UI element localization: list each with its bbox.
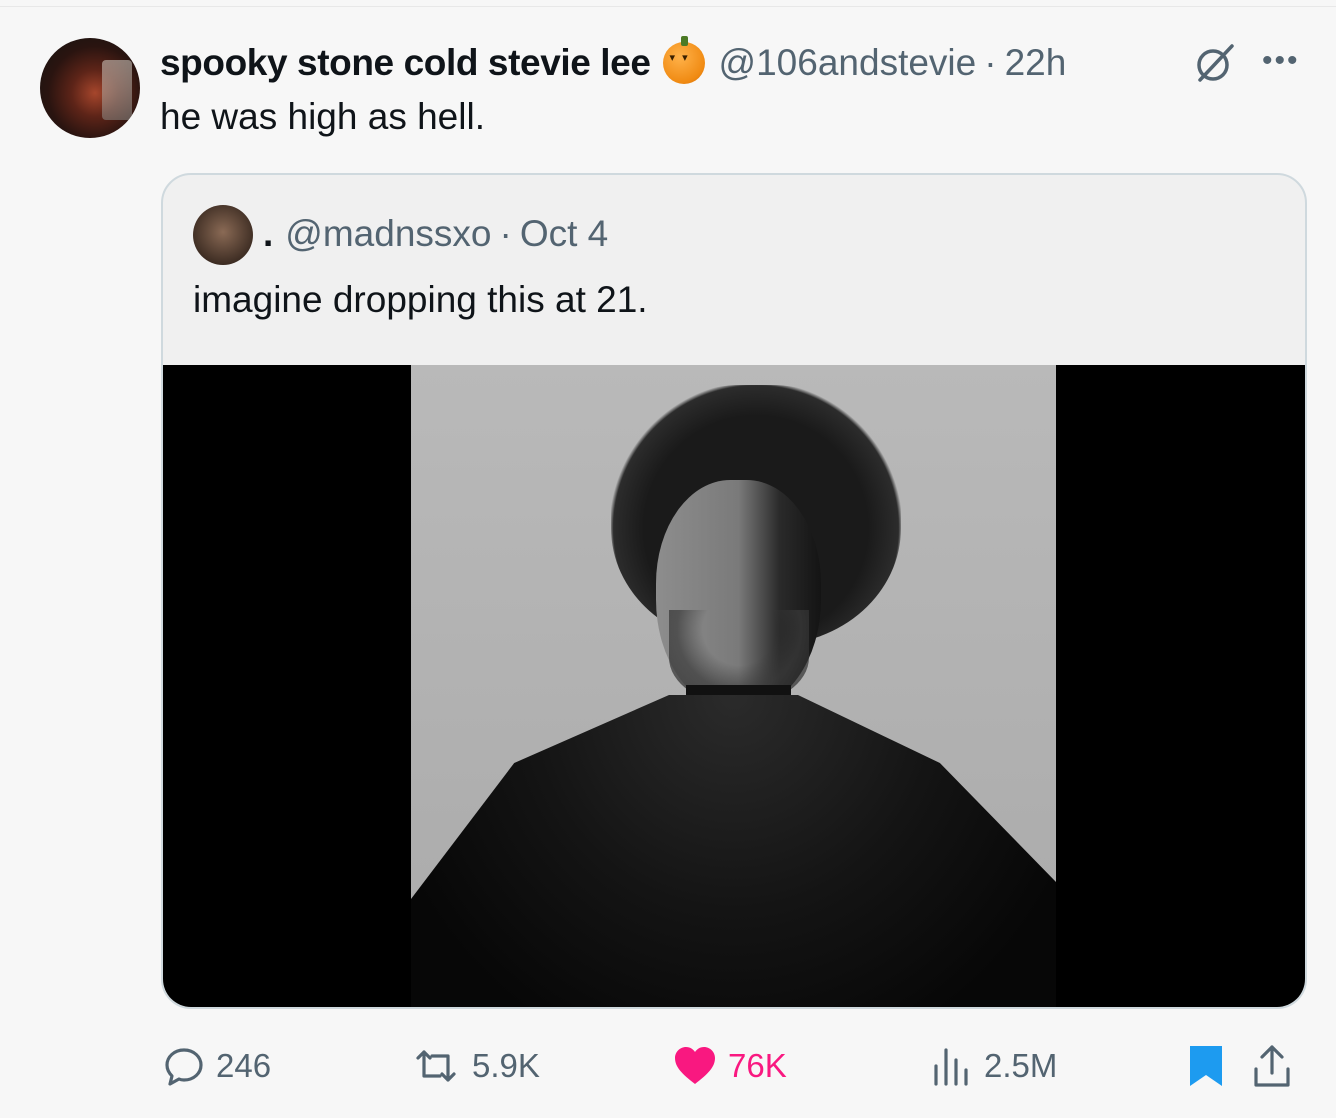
views-count: 2.5M <box>984 1047 1058 1084</box>
author-handle[interactable]: @106andstevie <box>719 42 977 84</box>
share-icon <box>1254 1045 1290 1087</box>
separator-dot: · <box>984 42 997 83</box>
bookmark-button[interactable] <box>1186 1040 1236 1092</box>
quoted-tweet-date[interactable]: Oct 4 <box>520 213 608 255</box>
tweet-timestamp[interactable]: 22h <box>1005 42 1067 84</box>
tweet-header: spooky stone cold stevie lee @106andstev… <box>160 36 1067 86</box>
reply-count: 246 <box>216 1047 272 1084</box>
repost-count: 5.9K <box>472 1047 540 1084</box>
more-icon[interactable]: ••• <box>1262 44 1300 78</box>
reply-icon <box>165 1048 203 1086</box>
repost-icon <box>416 1050 456 1082</box>
quoted-author-display-name[interactable]: . <box>263 213 273 255</box>
like-button[interactable]: 76K <box>672 1040 787 1092</box>
quoted-tweet-media[interactable] <box>163 365 1305 1007</box>
jack-o-lantern-icon <box>662 36 705 84</box>
quoted-tweet-card[interactable]: . @madnssxo · Oct 4 imagine dropping thi… <box>161 173 1307 1009</box>
views-button[interactable]: 2.5M <box>928 1040 1057 1092</box>
quoted-author-handle[interactable]: @madnssxo <box>285 213 491 255</box>
like-count: 76K <box>728 1047 787 1084</box>
grok-icon[interactable] <box>1192 40 1238 86</box>
reply-button[interactable]: 246 <box>162 1040 271 1092</box>
photo-jacket <box>411 695 1056 1007</box>
author-display-name[interactable]: spooky stone cold stevie lee <box>160 42 651 84</box>
quoted-author-avatar[interactable] <box>193 205 253 265</box>
views-icon <box>934 1048 968 1086</box>
separator-dot: · <box>499 213 512 254</box>
top-divider <box>0 6 1336 7</box>
share-button[interactable] <box>1250 1040 1304 1092</box>
bookmark-icon <box>1190 1046 1222 1086</box>
media-photo <box>411 365 1056 1007</box>
action-bar: 246 5.9K 76K 2.5M <box>0 1040 1336 1092</box>
quoted-tweet-header: . @madnssxo · Oct 4 <box>263 213 608 255</box>
repost-button[interactable]: 5.9K <box>410 1040 540 1092</box>
quoted-tweet-text: imagine dropping this at 21. <box>193 279 648 320</box>
author-avatar[interactable] <box>40 38 140 138</box>
tweet-text: he was high as hell. <box>160 96 485 137</box>
heart-icon <box>675 1047 715 1084</box>
